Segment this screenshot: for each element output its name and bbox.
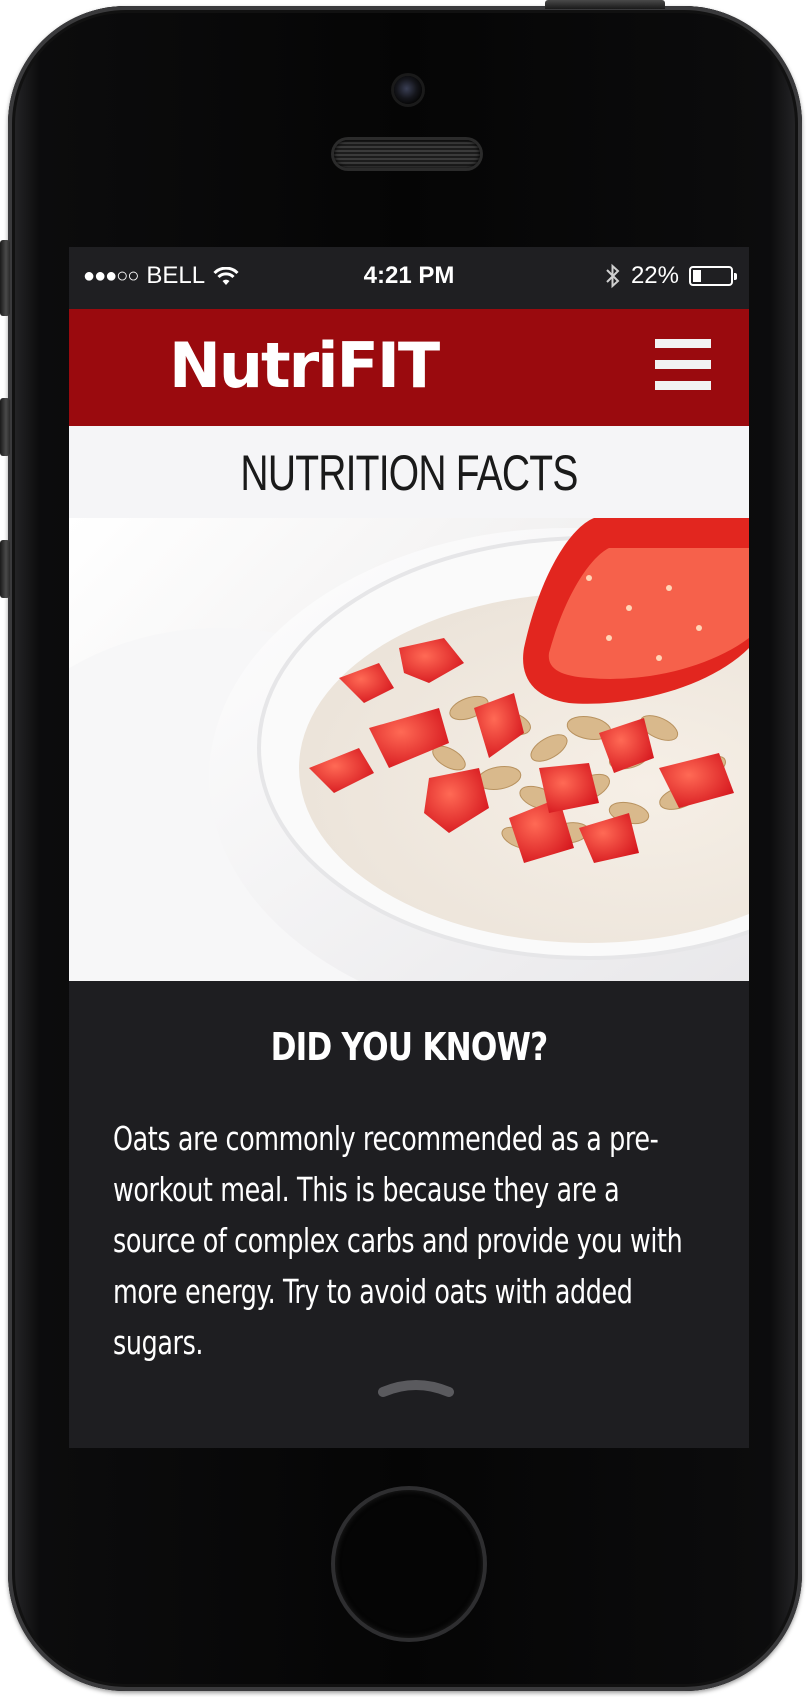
- page-title: NUTRITION FACTS: [240, 445, 578, 501]
- app-logo[interactable]: NutriFIT: [169, 331, 440, 401]
- power-button: [545, 0, 665, 9]
- earpiece-speaker: [334, 140, 480, 168]
- hero-food-image: [69, 518, 749, 981]
- battery-icon: [689, 266, 737, 286]
- volume-up-button: [0, 398, 10, 456]
- did-you-know-section: DID YOU KNOW? Oats are commonly recommen…: [69, 981, 749, 1448]
- page-title-band: NUTRITION FACTS: [69, 426, 749, 518]
- menu-bar-top: [655, 339, 711, 348]
- status-right: 22%: [605, 262, 739, 290]
- home-button[interactable]: [335, 1490, 483, 1638]
- wifi-icon: [213, 266, 239, 286]
- menu-bar-middle: [655, 360, 711, 369]
- info-body-text: Oats are commonly recommended as a pre-w…: [113, 1119, 683, 1362]
- bluetooth-icon: [605, 263, 621, 289]
- mute-switch: [0, 240, 10, 316]
- volume-down-button: [0, 540, 10, 598]
- status-left: ●●●○○ BELL: [83, 262, 239, 290]
- signal-strength-icon: ●●●○○: [83, 264, 139, 287]
- carrier-name: BELL: [146, 262, 206, 289]
- status-bar: ●●●○○ BELL 4:21 PM 22%: [69, 247, 749, 309]
- front-camera-icon: [394, 76, 422, 104]
- battery-percent: 22%: [630, 262, 679, 289]
- info-heading: DID YOU KNOW?: [270, 1025, 549, 1069]
- phone-screen: ●●●○○ BELL 4:21 PM 22% NutriFIT NUTRITIO…: [69, 247, 749, 1448]
- battery-level-fill: [693, 270, 701, 282]
- hamburger-menu-icon[interactable]: [655, 339, 711, 391]
- chevron-up-icon[interactable]: [377, 1376, 455, 1398]
- app-header: NutriFIT: [69, 309, 749, 426]
- menu-bar-bottom: [655, 381, 711, 390]
